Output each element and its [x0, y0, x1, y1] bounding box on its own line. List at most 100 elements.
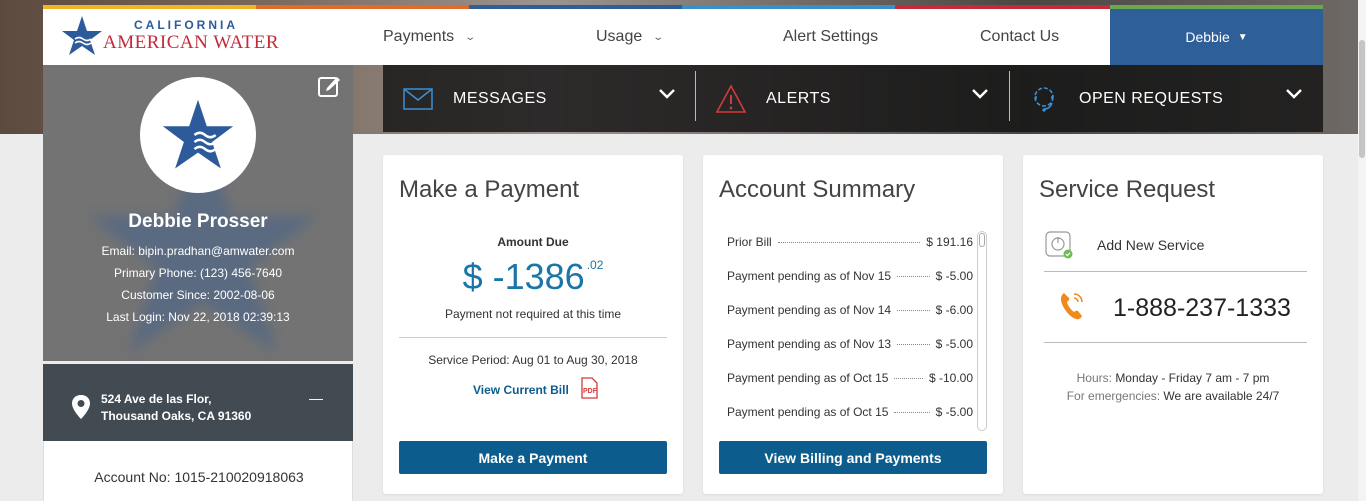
- address-line1: 524 Ave de las Flor,: [101, 392, 212, 406]
- summary-row-label: Prior Bill: [727, 235, 772, 249]
- collapse-button[interactable]: —: [309, 390, 323, 406]
- emergency-label: For emergencies:: [1066, 389, 1161, 403]
- power-icon: [1045, 231, 1073, 259]
- chevron-down-icon: ▼: [1237, 31, 1248, 43]
- profile-phone: Primary Phone: (123) 456-7640: [113, 266, 283, 280]
- user-menu-label: Debbie: [1185, 29, 1230, 45]
- profile-customer-since: Customer Since: 2002-08-06: [121, 288, 275, 302]
- profile-panel: Debbie Prosser Email: bipin.pradhan@amwa…: [43, 65, 353, 361]
- add-new-service-link[interactable]: Add New Service: [1045, 231, 1204, 259]
- payment-note: Payment not required at this time: [444, 307, 622, 321]
- hours-value: Monday - Friday 7 am - 7 pm: [1115, 371, 1270, 385]
- summary-row-label: Payment pending as of Nov 14: [727, 303, 892, 317]
- payment-card: Make a Payment Amount Due $ -1386.02 Pay…: [383, 155, 683, 494]
- chevron-down-icon: [971, 87, 989, 105]
- nav-usage-label: Usage: [596, 28, 643, 45]
- summary-row-label: Payment pending as of Oct 15: [727, 405, 889, 419]
- dotted-leader: [894, 412, 930, 413]
- divider: [1044, 271, 1307, 272]
- top-navbar: CALIFORNIA AMERICAN WATER Payments ⌄ Usa…: [43, 9, 1323, 65]
- summary-row-value: $ -6.00: [935, 303, 973, 317]
- nav-payments[interactable]: Payments ⌄: [383, 9, 477, 65]
- user-menu[interactable]: Debbie ▼: [1110, 9, 1323, 65]
- page-scroll-thumb[interactable]: [1359, 40, 1365, 158]
- phone-icon: [1059, 291, 1085, 326]
- warning-icon: [714, 82, 748, 116]
- profile-name: Debbie Prosser: [128, 211, 268, 232]
- summary-scrollbar[interactable]: [977, 231, 987, 431]
- summary-row-value: $ -5.00: [935, 405, 973, 419]
- location-pin-icon: [71, 394, 91, 425]
- divider: [399, 337, 667, 338]
- account-summary-title: Account Summary: [719, 176, 916, 203]
- amount-due-label: Amount Due: [497, 235, 569, 249]
- account-number: Account No: 1015-210020918063: [94, 469, 304, 485]
- messages-label: MESSAGES: [453, 89, 547, 107]
- nav-payments-label: Payments: [383, 28, 455, 45]
- nav-usage[interactable]: Usage ⌄: [596, 9, 665, 65]
- star-logo-icon: [62, 16, 102, 55]
- address-line2: Thousand Oaks, CA 91360: [101, 409, 252, 423]
- service-address: 524 Ave de las Flor, Thousand Oaks, CA 9…: [43, 364, 353, 441]
- chevron-down-icon: ⌄: [652, 31, 665, 43]
- open-requests-dropdown[interactable]: OPEN REQUESTS: [1009, 65, 1323, 132]
- view-current-bill-label: View Current Bill: [473, 382, 569, 397]
- emergency-line: For emergencies: We are available 24/7: [1023, 389, 1323, 403]
- summary-scroll-thumb[interactable]: [979, 233, 985, 247]
- logo-text-california: CALIFORNIA: [134, 18, 238, 32]
- account-number-box: Account No: 1015-210020918063: [43, 441, 353, 501]
- view-billing-button[interactable]: View Billing and Payments: [719, 441, 987, 474]
- add-new-service-label: Add New Service: [1097, 237, 1205, 253]
- amount-due-main: $ -1386: [462, 256, 585, 297]
- dotted-leader: [894, 378, 923, 379]
- summary-row-value: $ -10.00: [928, 371, 973, 385]
- summary-row: Payment pending as of Nov 15 $ -5.00: [727, 269, 973, 283]
- support-icon: [1027, 82, 1061, 116]
- notification-bar: MESSAGES ALERTS OPEN REQUESTS: [383, 65, 1323, 132]
- chevron-down-icon: [658, 87, 676, 105]
- star-avatar-icon: [162, 99, 234, 169]
- payment-card-title: Make a Payment: [399, 176, 580, 203]
- summary-row-value: $ -5.00: [935, 269, 973, 283]
- amount-due: $ -1386.02: [383, 256, 683, 298]
- profile-email: Email: bipin.pradhan@amwater.com: [101, 244, 295, 258]
- nav-contact-us-label: Contact Us: [980, 28, 1060, 45]
- dotted-leader: [897, 310, 930, 311]
- edit-profile-icon[interactable]: [317, 74, 341, 98]
- nav-contact-us[interactable]: Contact Us: [980, 9, 1059, 65]
- summary-row: Payment pending as of Nov 14 $ -6.00: [727, 303, 973, 317]
- dotted-leader: [777, 242, 921, 243]
- view-current-bill-link[interactable]: View Current Bill PDF: [473, 377, 599, 402]
- company-logo[interactable]: CALIFORNIA AMERICAN WATER: [61, 15, 281, 59]
- nav-alert-settings[interactable]: Alert Settings: [783, 9, 878, 65]
- phone-number: 1-888-237-1333: [1113, 294, 1291, 322]
- dotted-leader: [897, 344, 930, 345]
- amount-due-cents: .02: [586, 258, 604, 272]
- summary-row-value: $ -5.00: [935, 337, 973, 351]
- summary-row: Payment pending as of Oct 15 $ -5.00: [727, 405, 973, 419]
- chevron-down-icon: ⌄: [464, 31, 477, 43]
- chevron-down-icon: [1285, 87, 1303, 105]
- pdf-icon: PDF: [579, 377, 599, 402]
- emergency-value: We are available 24/7: [1163, 389, 1280, 403]
- hours-line: Hours: Monday - Friday 7 am - 7 pm: [1023, 371, 1323, 385]
- divider: [1044, 342, 1307, 343]
- summary-row-value: $ 191.16: [926, 235, 973, 249]
- alerts-dropdown[interactable]: ALERTS: [696, 65, 1009, 132]
- make-payment-button[interactable]: Make a Payment: [399, 441, 667, 474]
- service-phone[interactable]: 1-888-237-1333: [1059, 291, 1291, 326]
- summary-row: Payment pending as of Nov 13 $ -5.00: [727, 337, 973, 351]
- summary-row-label: Payment pending as of Nov 13: [727, 337, 892, 351]
- logo-text-american-water: AMERICAN WATER: [103, 32, 280, 53]
- profile-last-login: Last Login: Nov 22, 2018 02:39:13: [106, 310, 290, 324]
- envelope-icon: [401, 82, 435, 116]
- service-period: Service Period: Aug 01 to Aug 30, 2018: [428, 353, 638, 367]
- nav-alert-settings-label: Alert Settings: [783, 28, 879, 45]
- account-summary-card: Account Summary Prior Bill $ 191.16 Payme…: [703, 155, 1003, 494]
- alerts-label: ALERTS: [766, 89, 831, 107]
- summary-row-label: Payment pending as of Nov 15: [727, 269, 892, 283]
- messages-dropdown[interactable]: MESSAGES: [383, 65, 696, 132]
- service-request-title: Service Request: [1039, 176, 1216, 203]
- dotted-leader: [897, 276, 930, 277]
- hours-label: Hours:: [1076, 371, 1112, 385]
